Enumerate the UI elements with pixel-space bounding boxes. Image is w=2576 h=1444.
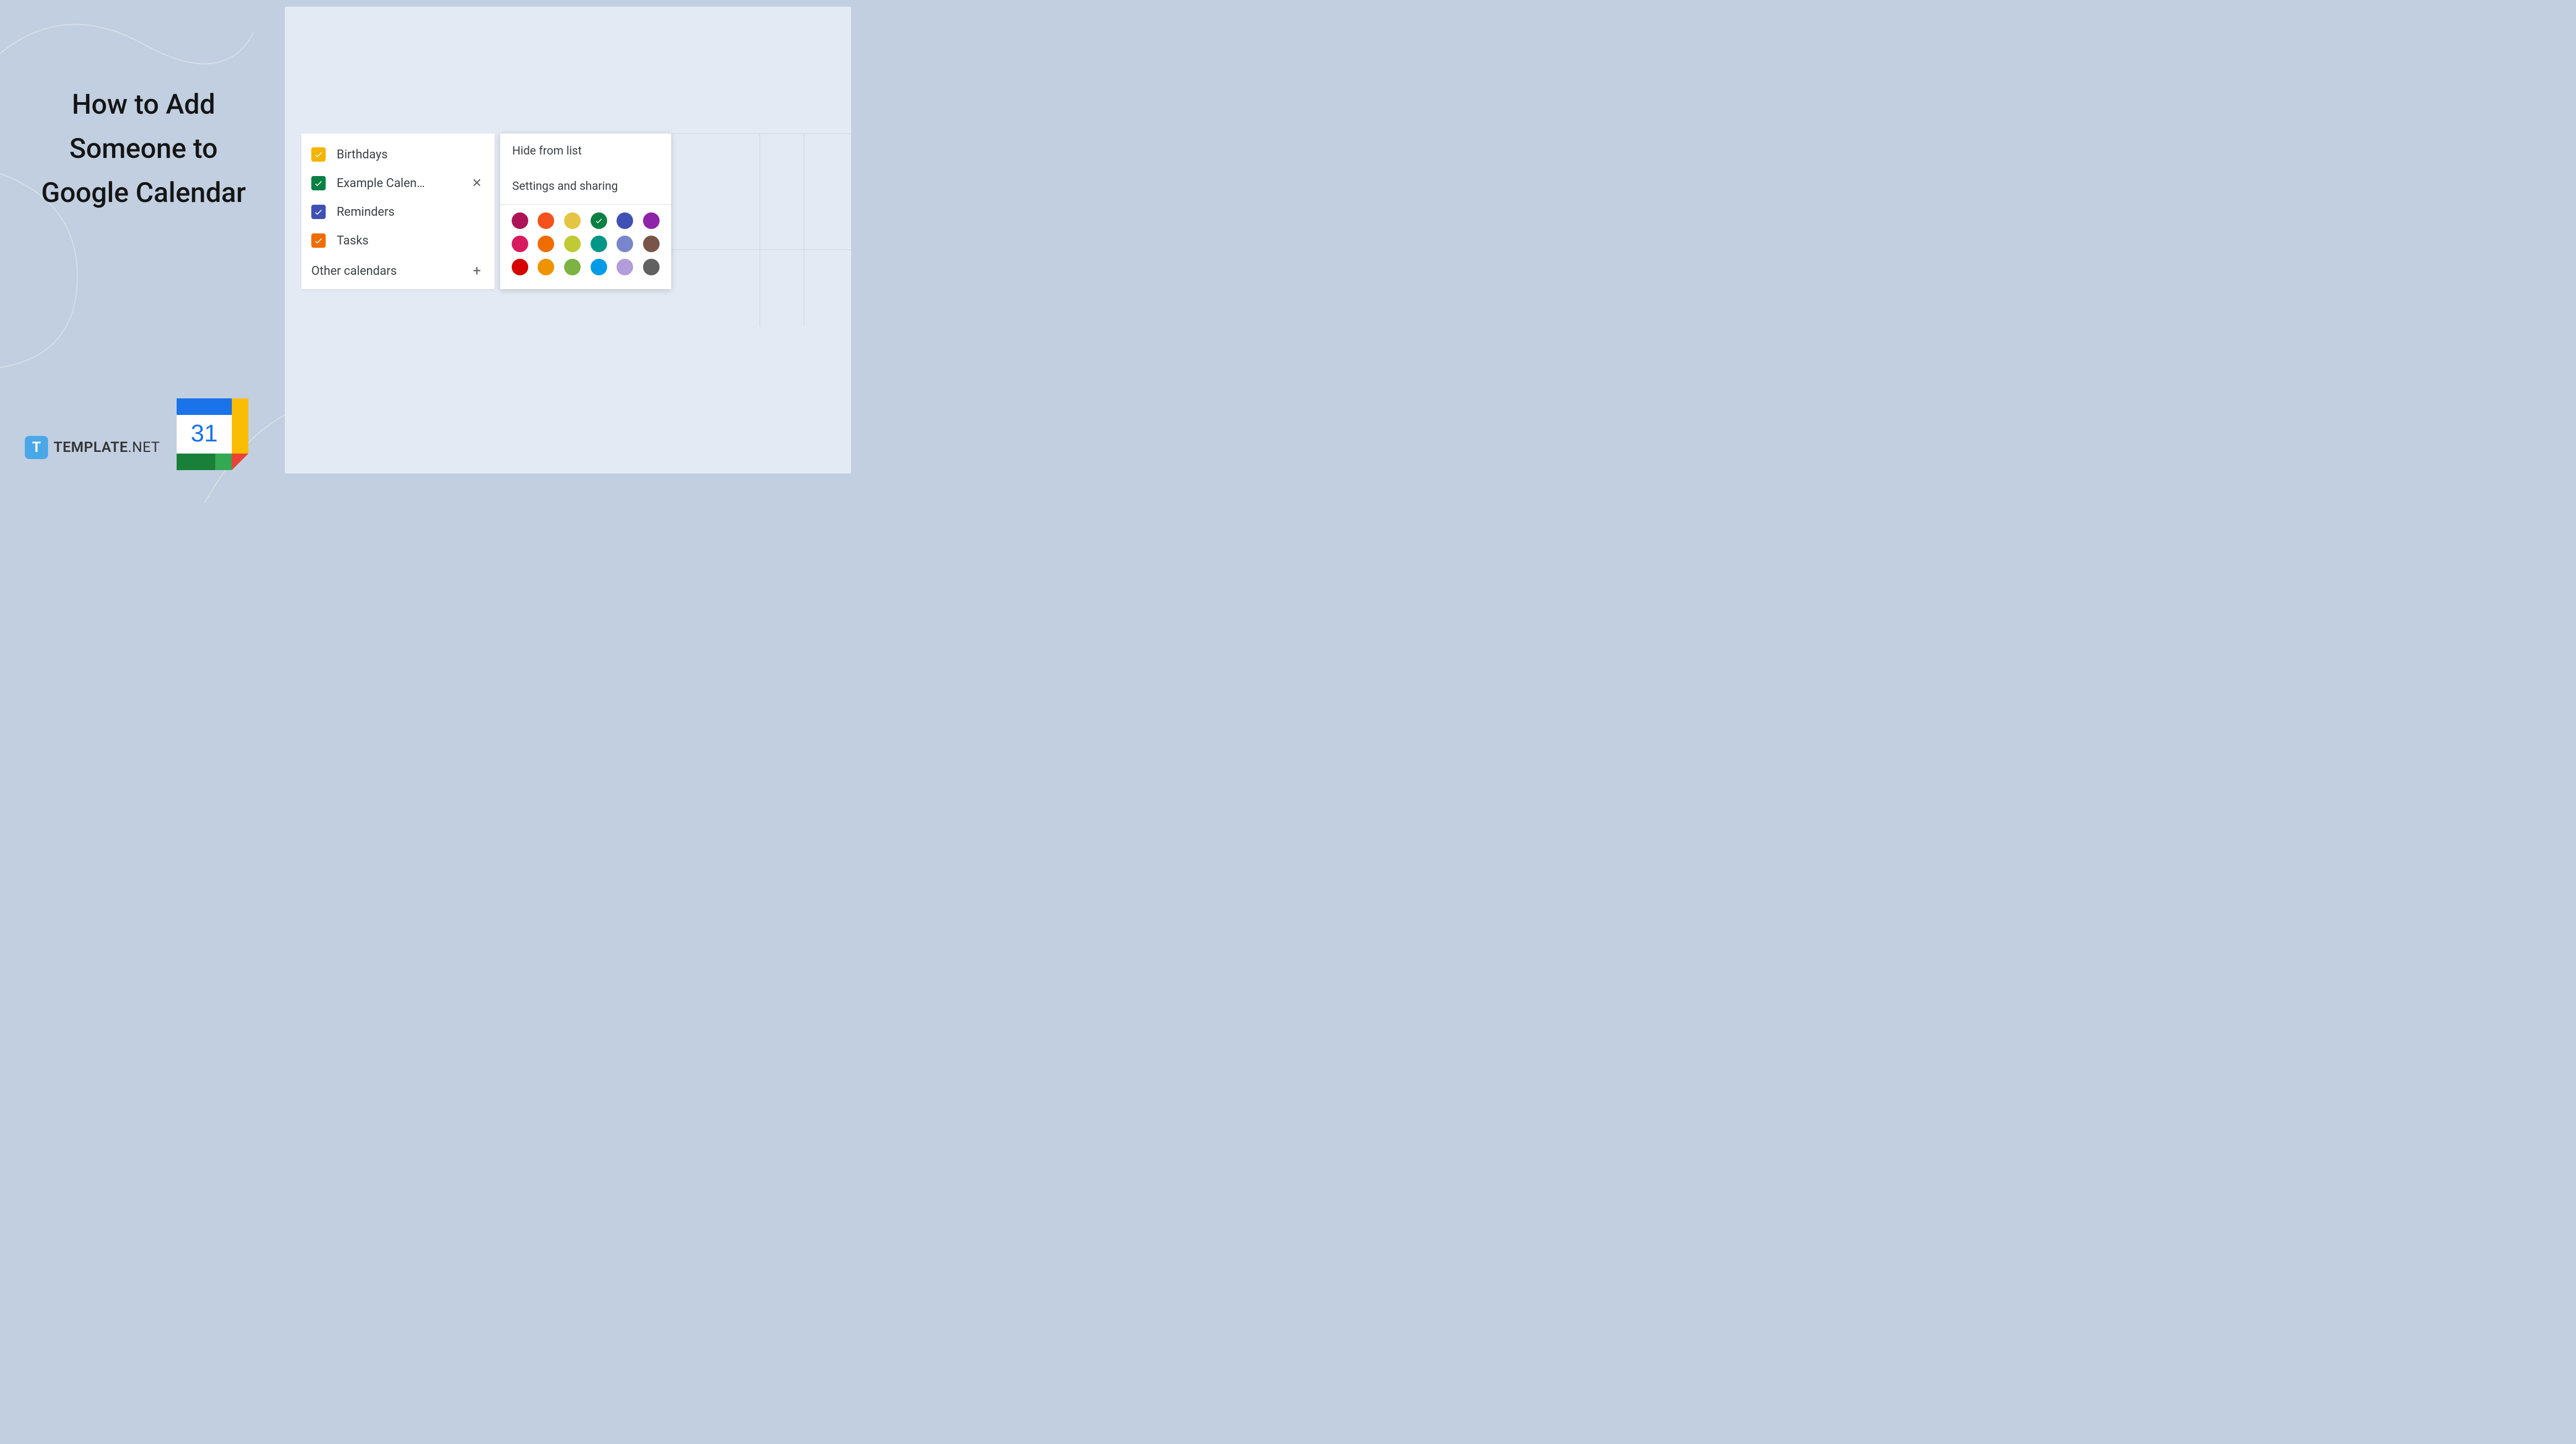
color-swatch-grid bbox=[500, 205, 671, 285]
color-swatch[interactable] bbox=[564, 236, 581, 252]
color-swatch[interactable] bbox=[564, 212, 581, 229]
calendar-label: Tasks bbox=[337, 234, 485, 248]
brand-name: TEMPLATE.NET bbox=[54, 439, 160, 456]
screenshot-pane: Birthdays Example Calen… ✕ Reminders Ta bbox=[285, 7, 851, 473]
brand-name-suffix: .NET bbox=[128, 439, 160, 456]
color-swatch[interactable] bbox=[617, 259, 633, 275]
brand-icon: T bbox=[25, 436, 48, 459]
color-swatch[interactable] bbox=[538, 212, 554, 229]
calendar-label: Example Calen… bbox=[337, 177, 466, 190]
other-calendars-row[interactable]: Other calendars + bbox=[301, 255, 495, 279]
checkbox-icon[interactable] bbox=[311, 205, 326, 219]
color-swatch[interactable] bbox=[591, 259, 607, 275]
checkbox-icon[interactable] bbox=[311, 233, 326, 248]
calendar-row-reminders[interactable]: Reminders bbox=[301, 198, 495, 226]
plus-icon[interactable]: + bbox=[469, 263, 485, 279]
calendar-row-birthdays[interactable]: Birthdays bbox=[301, 140, 495, 169]
checkbox-icon[interactable] bbox=[311, 176, 326, 190]
calendar-row-example[interactable]: Example Calen… ✕ bbox=[301, 169, 495, 198]
calendar-row-tasks[interactable]: Tasks bbox=[301, 226, 495, 255]
color-swatch[interactable] bbox=[591, 212, 607, 229]
color-swatch[interactable] bbox=[591, 236, 607, 252]
calendar-grid-background bbox=[666, 134, 851, 327]
menu-settings-and-sharing[interactable]: Settings and sharing bbox=[500, 169, 671, 204]
color-swatch[interactable] bbox=[512, 259, 528, 275]
color-swatch[interactable] bbox=[643, 212, 660, 229]
color-swatch[interactable] bbox=[538, 236, 554, 252]
color-swatch[interactable] bbox=[643, 259, 660, 275]
calendar-label: Birthdays bbox=[337, 148, 485, 162]
color-swatch[interactable] bbox=[617, 236, 633, 252]
color-swatch[interactable] bbox=[538, 259, 554, 275]
color-swatch[interactable] bbox=[512, 212, 528, 229]
my-calendars-list: Birthdays Example Calen… ✕ Reminders Ta bbox=[301, 134, 495, 289]
color-swatch[interactable] bbox=[512, 236, 528, 252]
checkbox-icon[interactable] bbox=[311, 147, 326, 162]
google-calendar-icon: 31 bbox=[177, 398, 248, 470]
color-swatch[interactable] bbox=[564, 259, 581, 275]
brand-name-main: TEMPLATE bbox=[54, 439, 128, 456]
color-swatch[interactable] bbox=[643, 236, 660, 252]
calendar-label: Reminders bbox=[337, 205, 485, 219]
page-title: How to Add Someone to Google Calendar bbox=[33, 83, 254, 215]
svg-text:31: 31 bbox=[191, 420, 218, 447]
close-icon[interactable]: ✕ bbox=[469, 177, 485, 190]
color-swatch[interactable] bbox=[617, 212, 633, 229]
calendar-context-menu: Hide from list Settings and sharing bbox=[500, 134, 671, 289]
other-calendars-label: Other calendars bbox=[311, 264, 469, 278]
calendar-sidebar-popover: Birthdays Example Calen… ✕ Reminders Ta bbox=[301, 134, 671, 289]
brand: T TEMPLATE.NET bbox=[25, 436, 160, 459]
menu-hide-from-list[interactable]: Hide from list bbox=[500, 134, 671, 169]
